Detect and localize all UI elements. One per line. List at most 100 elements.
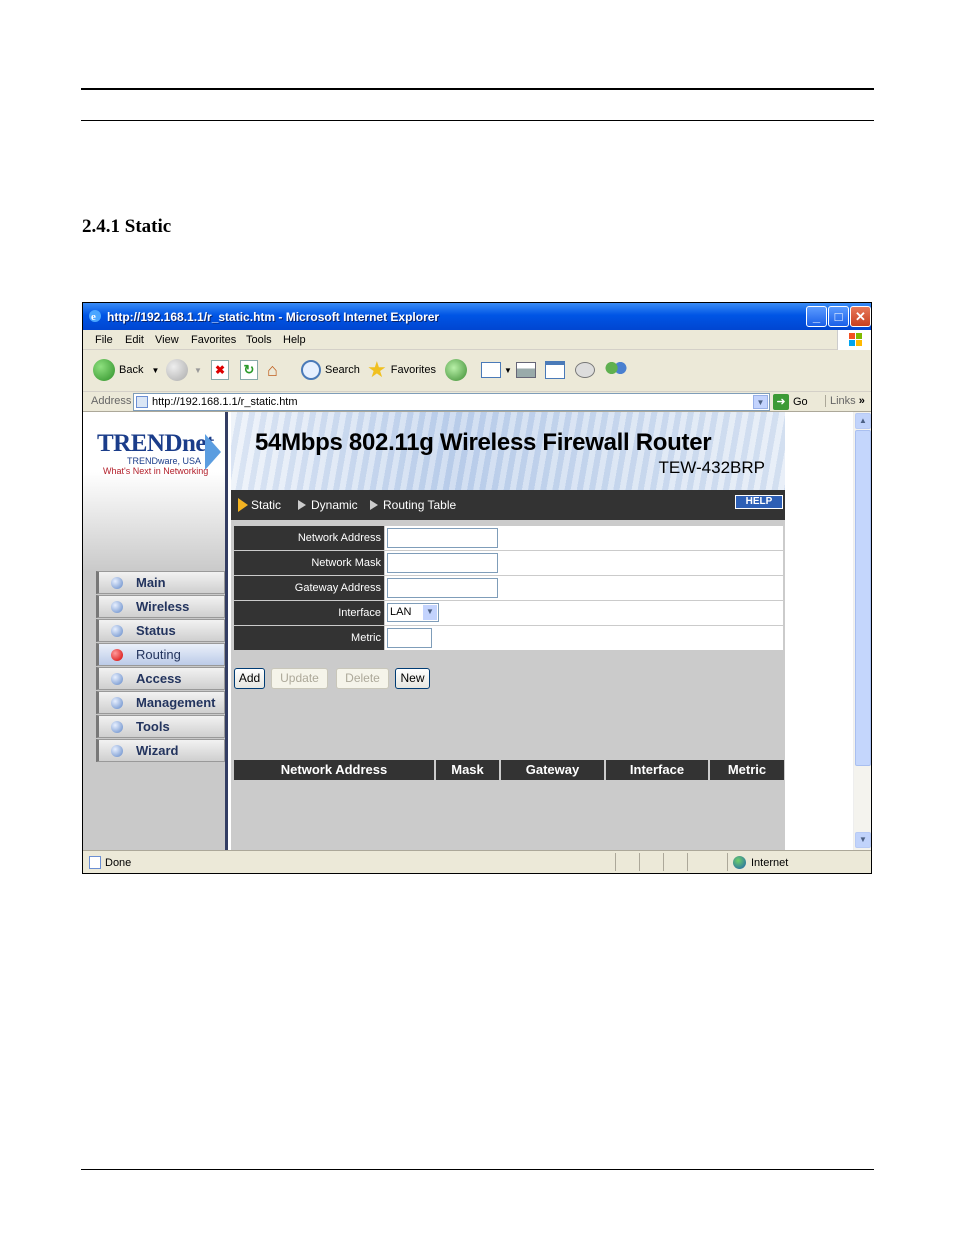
- browser-window: e http://192.168.1.1/r_static.htm - Micr…: [82, 302, 872, 874]
- messenger-button[interactable]: [605, 358, 627, 382]
- close-button[interactable]: ✕: [850, 306, 871, 327]
- forward-button[interactable]: ▼: [166, 358, 202, 382]
- vertical-scrollbar[interactable]: ▲ ▼: [853, 412, 871, 850]
- page-icon: [136, 396, 148, 408]
- scroll-down-button[interactable]: ▼: [855, 832, 871, 848]
- form-row: Gateway Address: [234, 576, 784, 601]
- gateway-address-input[interactable]: [387, 578, 498, 598]
- nav-bullet-icon: [111, 673, 123, 685]
- tab-static[interactable]: Static: [238, 498, 281, 512]
- favorites-button[interactable]: ★ Favorites: [367, 358, 436, 382]
- form-cell: [385, 551, 783, 575]
- nav-item-main[interactable]: Main: [96, 571, 225, 594]
- back-button[interactable]: Back ▼: [93, 358, 159, 382]
- title-bar[interactable]: e http://192.168.1.1/r_static.htm - Micr…: [83, 303, 871, 330]
- routing-subnav: Static Dynamic Routing Table HELP: [231, 490, 785, 520]
- interface-value: LAN: [390, 606, 412, 618]
- banner-title: 54Mbps 802.11g Wireless Firewall Router: [255, 429, 712, 456]
- history-button[interactable]: [445, 358, 467, 382]
- nav-item-routing[interactable]: Routing: [96, 643, 225, 666]
- new-button[interactable]: New: [395, 668, 430, 689]
- delete-button[interactable]: Delete: [336, 668, 389, 689]
- column-metric: Metric: [710, 760, 784, 780]
- nav-item-management[interactable]: Management: [96, 691, 225, 714]
- menu-tools[interactable]: Tools: [246, 334, 272, 346]
- scroll-thumb[interactable]: [855, 430, 871, 766]
- status-divider: [727, 853, 728, 871]
- print-button[interactable]: [516, 358, 536, 382]
- page-content: TRENDnet TRENDware, USA What's Next in N…: [83, 412, 853, 850]
- star-icon: ★: [367, 357, 387, 382]
- nav-label: Access: [136, 671, 182, 686]
- back-label: Back: [119, 364, 144, 376]
- tab-routing-table[interactable]: Routing Table: [370, 498, 456, 512]
- network-mask-label: Network Mask: [234, 551, 384, 575]
- minimize-button[interactable]: _: [806, 306, 827, 327]
- nav-label: Management: [136, 695, 216, 710]
- column-mask: Mask: [436, 760, 501, 780]
- help-button[interactable]: HELP: [735, 495, 783, 509]
- search-icon: [301, 360, 321, 380]
- search-button[interactable]: Search: [301, 358, 360, 382]
- edit-button[interactable]: [545, 358, 565, 382]
- scroll-up-button[interactable]: ▲: [855, 413, 871, 429]
- address-bar: Address http://192.168.1.1/r_static.htm …: [83, 392, 871, 412]
- trendnet-logo: TRENDnet TRENDware, USA What's Next in N…: [97, 430, 227, 476]
- nav-item-wireless[interactable]: Wireless: [96, 595, 225, 618]
- mail-button[interactable]: ▼: [481, 358, 512, 382]
- router-main: 54Mbps 802.11g Wireless Firewall Router …: [231, 412, 785, 850]
- network-address-input[interactable]: [387, 528, 498, 548]
- metric-input[interactable]: [387, 628, 432, 648]
- history-icon: [445, 359, 467, 381]
- menu-favorites[interactable]: Favorites: [191, 334, 236, 346]
- nav-bullet-icon: [111, 721, 123, 733]
- nav-label: Routing: [136, 647, 181, 662]
- address-dropdown-button[interactable]: ▼: [753, 395, 768, 409]
- nav-label: Tools: [136, 719, 170, 734]
- update-button[interactable]: Update: [271, 668, 328, 689]
- go-arrow-icon: ➜: [773, 394, 789, 410]
- form-cell: [385, 576, 783, 600]
- menu-help[interactable]: Help: [283, 334, 306, 346]
- form-row: Interface LAN ▼: [234, 601, 784, 626]
- refresh-button[interactable]: ↻: [240, 358, 258, 382]
- menu-file[interactable]: File: [95, 334, 113, 346]
- address-input[interactable]: http://192.168.1.1/r_static.htm ▼: [133, 393, 770, 411]
- discuss-icon: [575, 362, 595, 378]
- nav-item-tools[interactable]: Tools: [96, 715, 225, 738]
- nav-item-wizard[interactable]: Wizard: [96, 739, 225, 762]
- column-interface: Interface: [606, 760, 710, 780]
- nav-label: Wizard: [136, 743, 179, 758]
- banner-model: TEW-432BRP: [658, 458, 765, 477]
- go-button[interactable]: ➜ Go: [773, 393, 817, 411]
- chevron-down-icon: ▼: [151, 365, 160, 375]
- interface-label: Interface: [234, 601, 384, 625]
- menu-bar: File Edit View Favorites Tools Help: [83, 330, 871, 350]
- nav-bullet-active-icon: [111, 649, 123, 661]
- menu-edit[interactable]: Edit: [125, 334, 144, 346]
- stop-button[interactable]: ✖: [211, 358, 229, 382]
- menu-view[interactable]: View: [155, 334, 179, 346]
- nav-label: Wireless: [136, 599, 190, 614]
- nav-item-status[interactable]: Status: [96, 619, 225, 642]
- home-button[interactable]: ⌂: [267, 358, 289, 382]
- internet-explorer-icon: e: [89, 310, 101, 323]
- links-button[interactable]: Links »: [825, 395, 865, 407]
- static-route-form: Network Address Network Mask Gateway Add…: [234, 526, 784, 651]
- router-nav: Main Wireless Status Routing Access Mana…: [96, 571, 225, 763]
- edit-page-icon: [545, 361, 565, 379]
- status-text: Done: [105, 856, 132, 869]
- maximize-button[interactable]: □: [828, 306, 849, 327]
- nav-item-access[interactable]: Access: [96, 667, 225, 690]
- network-mask-input[interactable]: [387, 553, 498, 573]
- status-zone-label: Internet: [751, 856, 789, 869]
- nav-bullet-icon: [111, 745, 123, 757]
- discuss-button[interactable]: [575, 358, 595, 382]
- interface-select[interactable]: LAN ▼: [387, 603, 439, 622]
- links-label: Links: [830, 395, 856, 407]
- window-title: http://192.168.1.1/r_static.htm - Micros…: [107, 310, 440, 324]
- routes-table-header: Network Address Mask Gateway Interface M…: [234, 760, 784, 780]
- add-button[interactable]: Add: [234, 668, 265, 689]
- tab-dynamic[interactable]: Dynamic: [298, 498, 358, 512]
- form-cell: [385, 626, 783, 650]
